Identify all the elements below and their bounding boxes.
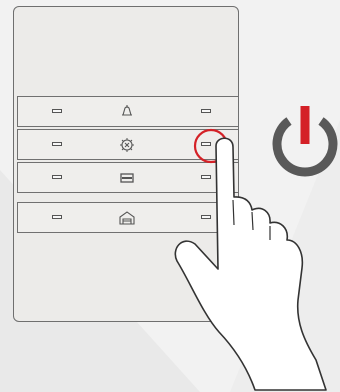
- power-icon: [272, 106, 338, 177]
- highlight-and-hand: [174, 106, 338, 391]
